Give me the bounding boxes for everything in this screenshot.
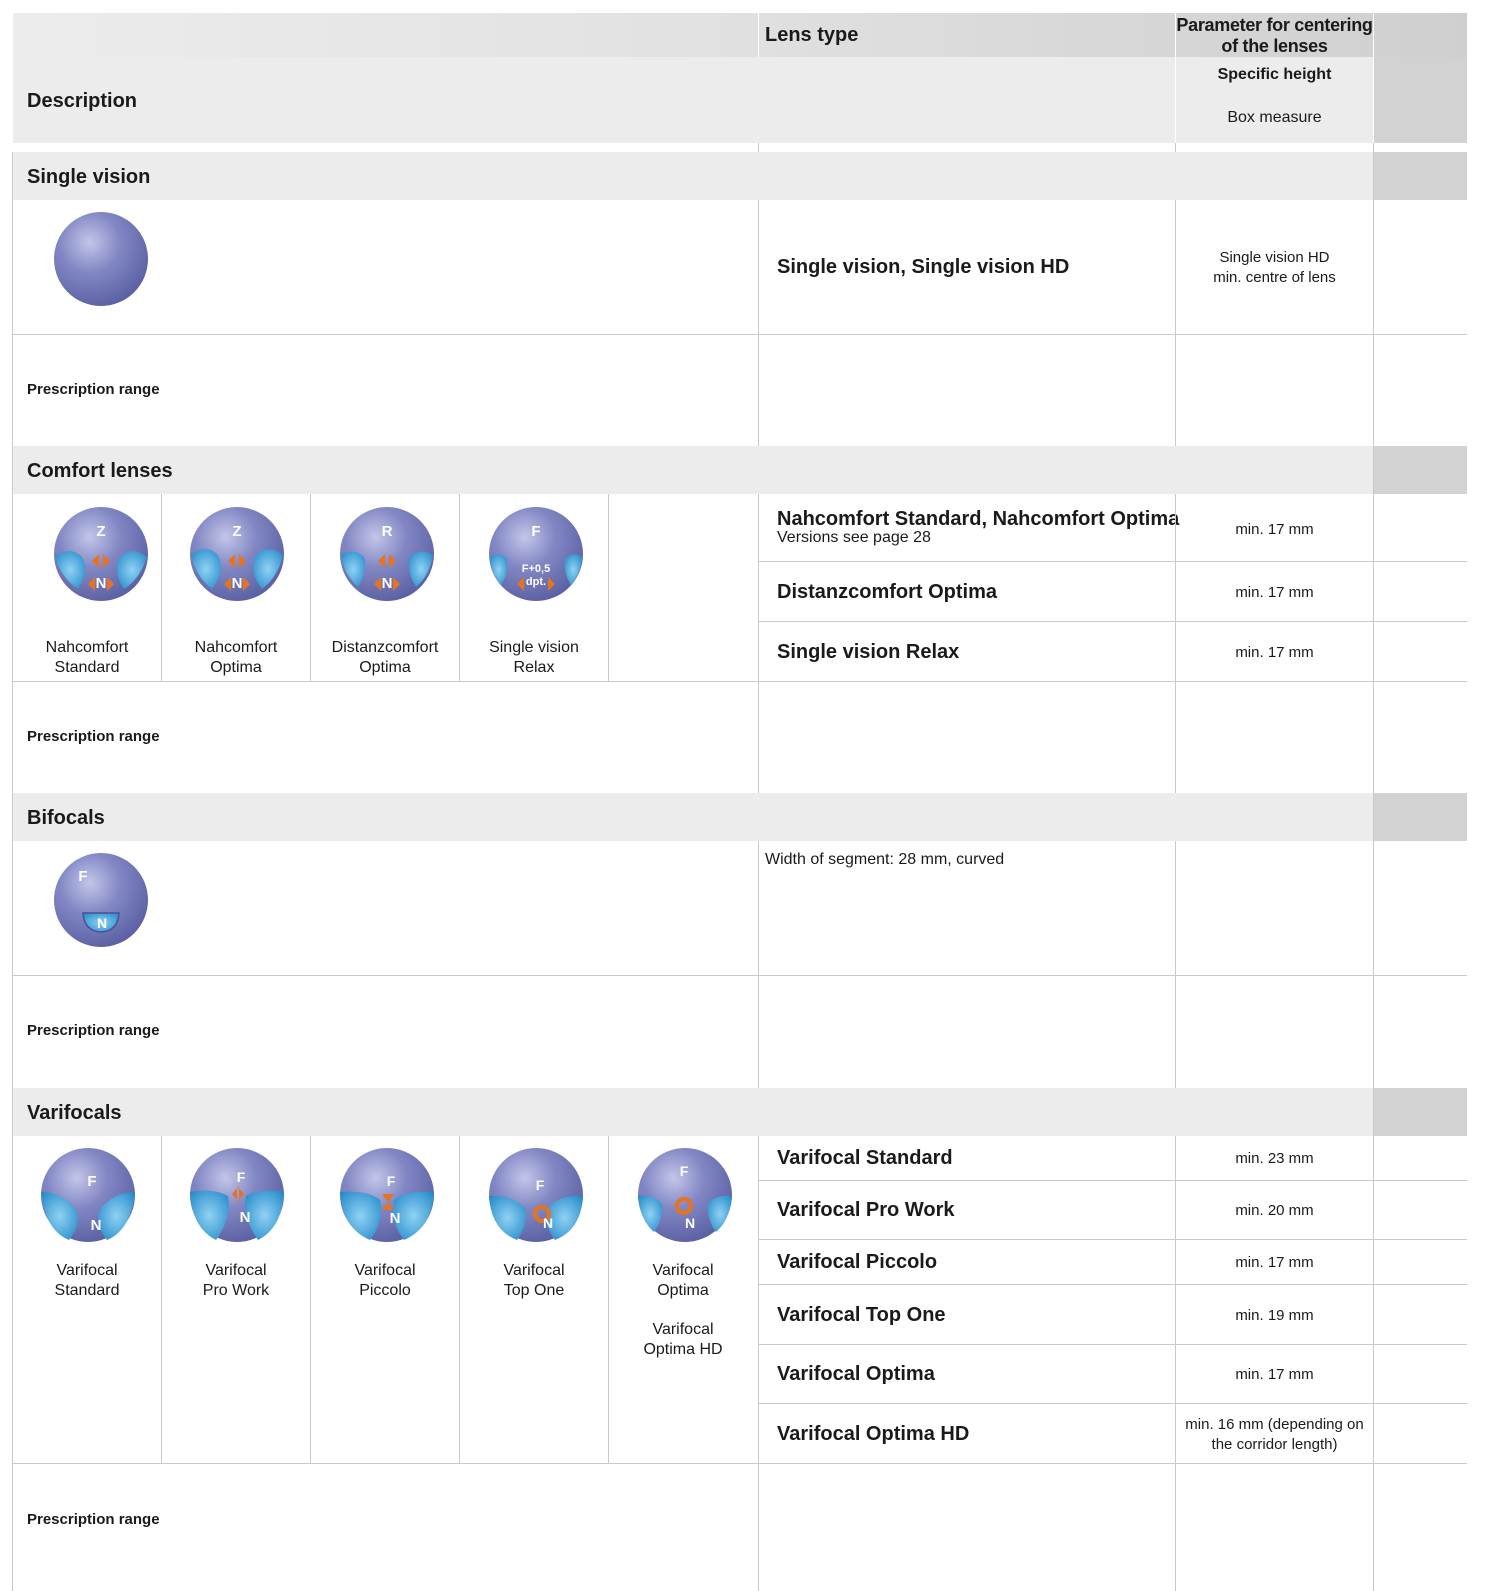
comfort-row-param-3: min. 17 mm — [1235, 644, 1314, 661]
section-title-varifocals: Varifocals — [27, 1102, 122, 1124]
comfort-row-type-2: Distanzcomfort Optima — [777, 581, 998, 603]
description-header-label: Description — [27, 90, 138, 112]
caption-nahcomfort-optima: Nahcomfort Optima — [194, 639, 278, 676]
svg-text:N: N — [685, 1215, 695, 1231]
svg-text:F: F — [680, 1163, 689, 1179]
svg-text:N: N — [390, 1210, 401, 1227]
varifocal-row-param-5: min. 17 mm — [1235, 1366, 1314, 1383]
single-vision-relax-lens-icon: F F+0,5 dpt. — [489, 507, 583, 601]
svg-text:N: N — [232, 575, 243, 592]
single-vision-prescription-label: Prescription range — [27, 381, 160, 398]
svg-text:F: F — [531, 523, 540, 540]
section-title-bifocals: Bifocals — [27, 807, 105, 829]
varifocal-row-param-2: min. 20 mm — [1235, 1202, 1314, 1219]
varifocal-standard-lens-icon: F N — [41, 1148, 135, 1242]
svg-text:N: N — [240, 1209, 251, 1226]
varifocal-row-type-6: Varifocal Optima HD — [777, 1423, 970, 1445]
section-title-comfort: Comfort lenses — [27, 460, 173, 482]
svg-text:F: F — [387, 1173, 396, 1189]
varifocal-row-type-4: Varifocal Top One — [777, 1304, 946, 1326]
nahcomfort-optima-lens-icon: Z N — [190, 507, 284, 601]
varifocal-row-param-4: min. 19 mm — [1235, 1307, 1314, 1324]
varifocals-section-bar — [13, 1088, 1373, 1136]
svg-text:F: F — [237, 1169, 246, 1185]
caption-nahcomfort-standard: Nahcomfort Standard — [45, 639, 129, 676]
bifocal-segment-width: Width of segment: 28 mm, curved — [765, 851, 1005, 868]
varifocal-optima-lens-icon: F N — [638, 1148, 732, 1242]
comfort-row-type-1: Nahcomfort Standard, Nahcomfort Optima V… — [777, 508, 1180, 546]
caption-single-vision-relax: Single vision Relax — [489, 639, 579, 676]
varifocal-row-param-3: min. 17 mm — [1235, 1254, 1314, 1271]
svg-text:N: N — [382, 575, 393, 592]
specific-height-label: Specific height — [1217, 66, 1332, 83]
bifocals-prescription-label: Prescription range — [27, 1022, 160, 1039]
comfort-prescription-label: Prescription range — [27, 728, 160, 745]
caption-varifocal-standard: Varifocal Standard — [54, 1262, 120, 1299]
comfort-row-param-1: min. 17 mm — [1235, 521, 1314, 538]
svg-text:dpt.: dpt. — [526, 576, 546, 588]
comfort-row-param-2: min. 17 mm — [1235, 584, 1314, 601]
lens-type-header: Lens type — [765, 24, 859, 46]
varifocal-row-type-3: Varifocal Piccolo — [777, 1251, 938, 1273]
varifocal-row-param-6: min. 16 mm (depending on the corridor le… — [1185, 1416, 1364, 1453]
svg-text:F: F — [536, 1177, 545, 1193]
caption-varifocal-pro-work: Varifocal Pro Work — [202, 1262, 270, 1299]
single-vision-lens-type: Single vision, Single vision HD — [777, 256, 1070, 278]
svg-text:N: N — [96, 575, 107, 592]
description-header — [13, 57, 1175, 143]
distanzcomfort-optima-lens-icon: R N — [340, 507, 434, 601]
box-measure-label: Box measure — [1227, 109, 1322, 126]
single-vision-parameter: Single vision HD min. centre of lens — [1213, 249, 1336, 286]
svg-text:Z: Z — [96, 523, 105, 540]
nahcomfort-standard-lens-icon: Z N — [54, 507, 148, 601]
svg-text:N: N — [97, 915, 107, 931]
svg-text:Z: Z — [232, 523, 241, 540]
caption-distanzcomfort-optima: Distanzcomfort Optima — [331, 639, 439, 676]
varifocal-pro-work-lens-icon: F N — [190, 1148, 284, 1242]
caption-varifocal-piccolo: Varifocal Piccolo — [354, 1262, 416, 1299]
comfort-section-bar — [13, 446, 1373, 494]
bifocal-lens-icon: F N — [54, 853, 148, 947]
varifocal-top-one-lens-icon: F N — [489, 1148, 583, 1242]
svg-text:R: R — [382, 523, 393, 540]
varifocal-row-type-2: Varifocal Pro Work — [777, 1199, 955, 1221]
svg-text:F: F — [87, 1173, 96, 1190]
svg-text:N: N — [91, 1217, 102, 1234]
comfort-row-type-3: Single vision Relax — [777, 641, 960, 663]
caption-varifocal-top-one: Varifocal Top One — [503, 1262, 565, 1299]
varifocal-row-type-1: Varifocal Standard — [777, 1147, 953, 1169]
svg-text:F: F — [78, 868, 87, 885]
svg-text:F+0,5: F+0,5 — [522, 563, 550, 575]
varifocal-row-type-5: Varifocal Optima — [777, 1363, 935, 1385]
bifocals-section-bar — [13, 793, 1373, 841]
parameter-header: Parameter for centering of the lenses — [1176, 15, 1373, 56]
varifocals-prescription-label: Prescription range — [27, 1511, 160, 1528]
section-title-single-vision: Single vision — [27, 166, 151, 188]
svg-text:N: N — [543, 1215, 553, 1231]
single-vision-lens-icon — [54, 212, 148, 306]
varifocal-row-param-1: min. 23 mm — [1235, 1150, 1314, 1167]
single-vision-section-bar — [13, 152, 1373, 200]
varifocal-piccolo-lens-icon: F N — [340, 1148, 434, 1242]
caption-varifocal-optima: Varifocal Optima Varifocal Optima HD — [643, 1262, 723, 1358]
